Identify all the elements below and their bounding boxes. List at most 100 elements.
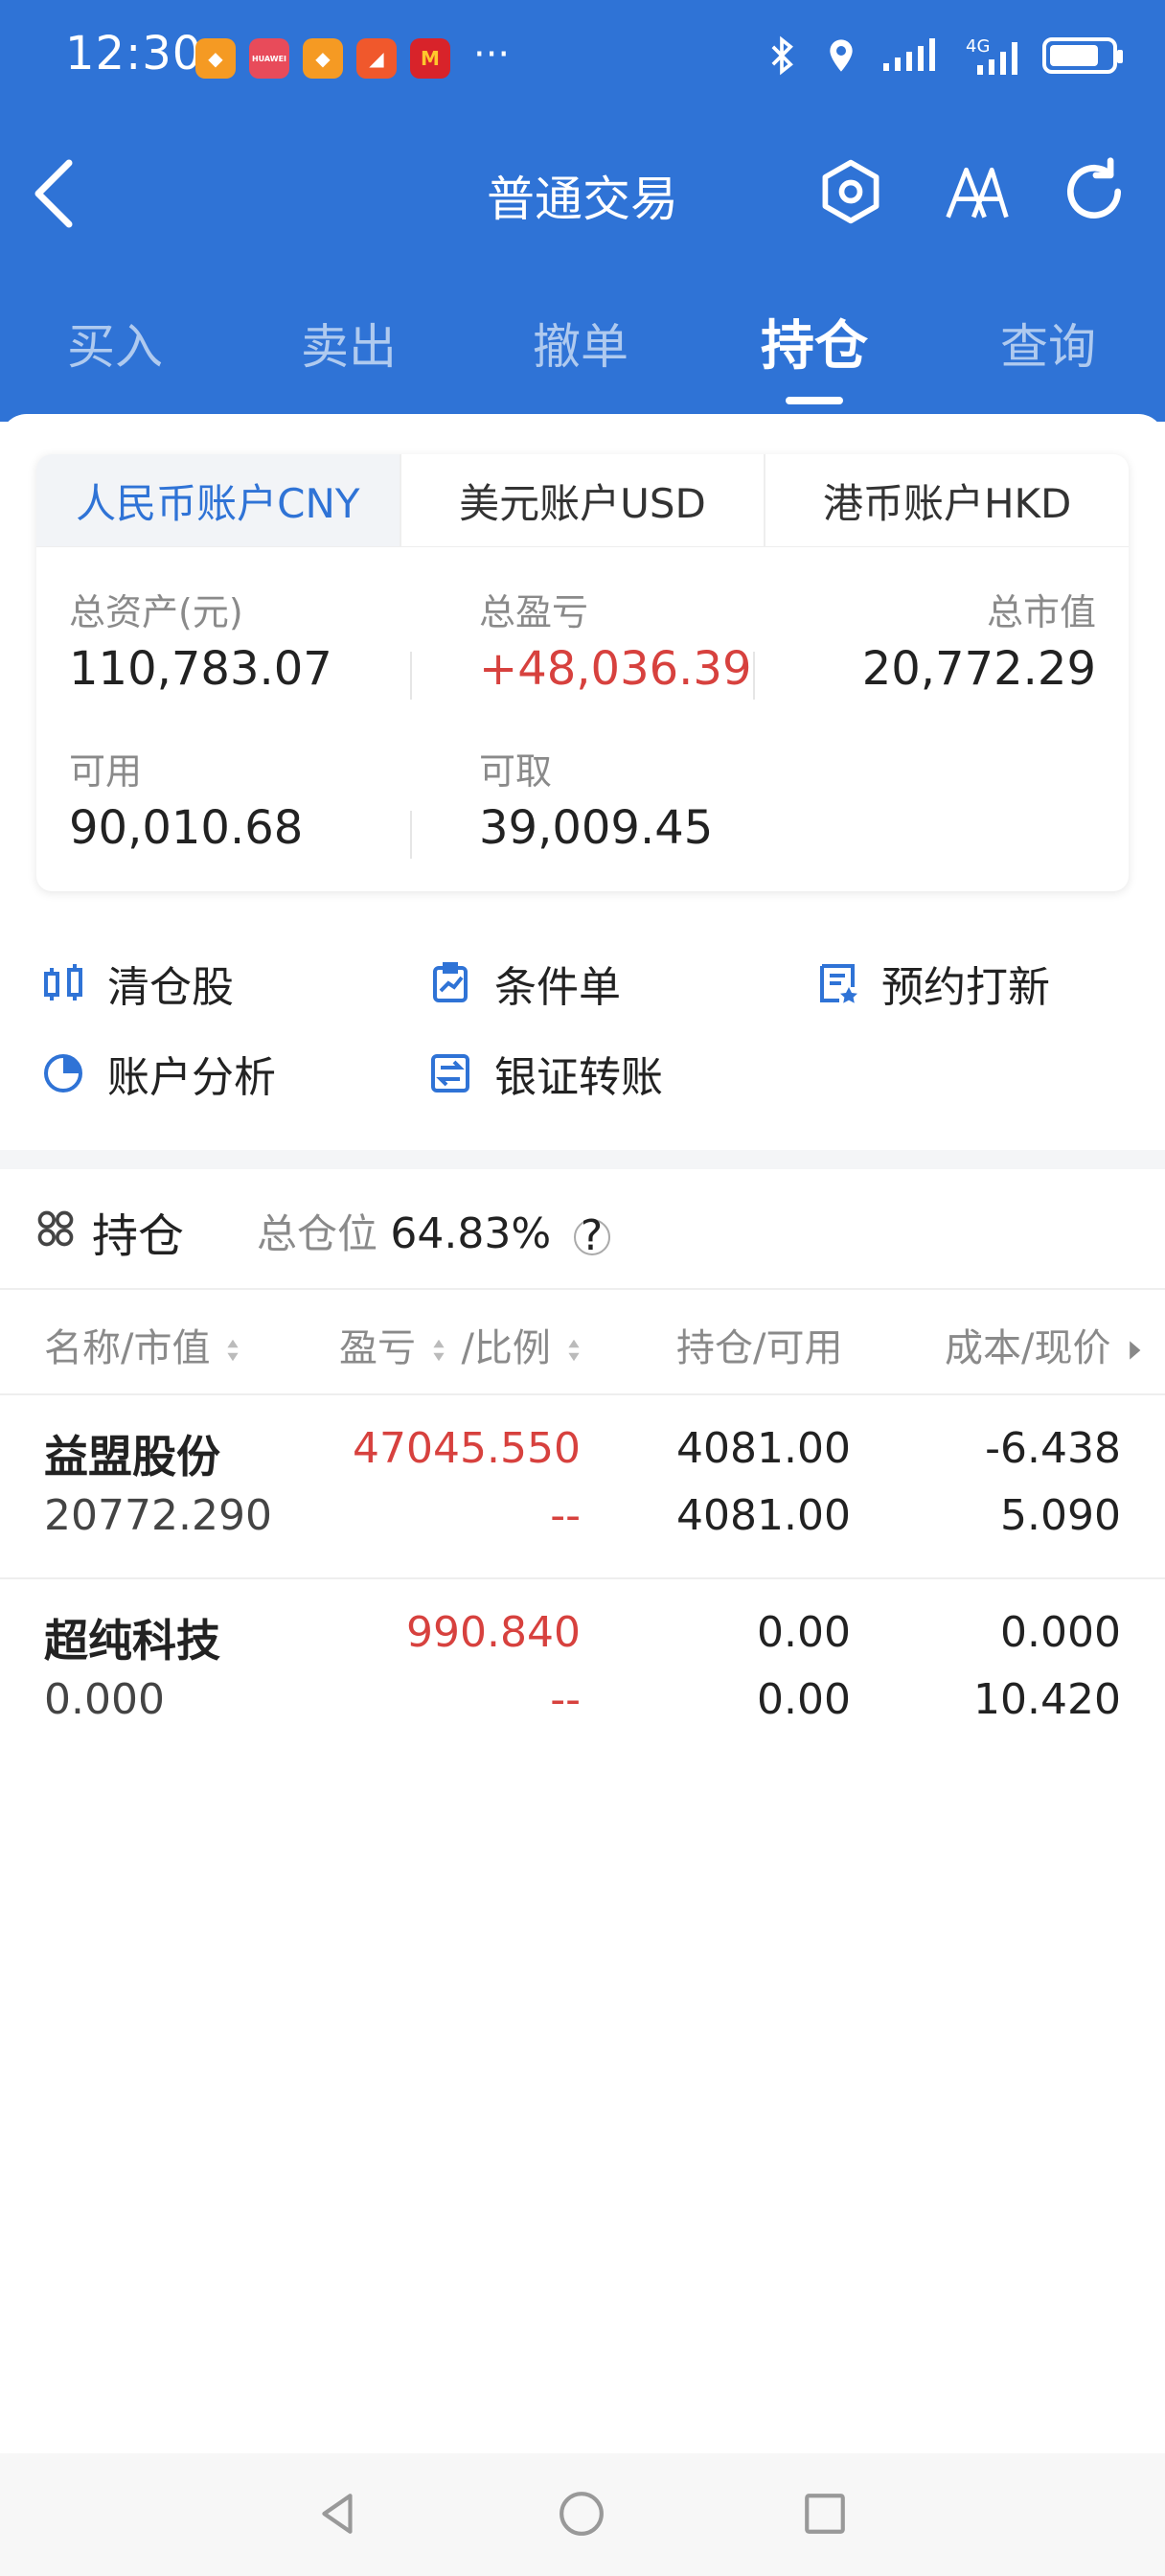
more-notifications: ···: [473, 33, 511, 77]
trade-tabs: 买入 卖出 撤单 持仓 查询: [0, 288, 1165, 393]
system-nav-bar: [0, 2453, 1165, 2576]
sort-icon: [227, 1339, 239, 1362]
mcdonalds-icon: M: [410, 38, 450, 79]
stock-name: 益盟股份: [44, 1431, 220, 1483]
market-value-value: 20,772.29: [861, 642, 1096, 696]
account-summary-card: 人民币账户CNY 美元账户USD 港币账户HKD 总资产(元) 110,783.…: [36, 454, 1129, 891]
transfer-icon: [431, 1054, 469, 1092]
position-ratio-label: 总仓位: [257, 1210, 378, 1257]
table-row[interactable]: 益盟股份 20772.290 47045.550 -- 4081.00 4081…: [0, 1395, 1165, 1579]
clear-position-label: 清仓股: [107, 963, 234, 1012]
tab-usd-account[interactable]: 美元账户USD: [399, 454, 765, 546]
current-price: 10.420: [973, 1675, 1121, 1724]
total-assets-label: 总资产(元): [69, 591, 243, 633]
clear-position-button[interactable]: 清仓股: [40, 953, 234, 1014]
app-notification-icon: ◆: [195, 38, 236, 79]
tab-query[interactable]: 查询: [1000, 309, 1096, 378]
total-pl-label: 总盈亏: [479, 591, 589, 633]
withdrawable-label: 可取: [479, 750, 553, 793]
system-status-icons: 4G: [761, 34, 1123, 77]
pie-chart-icon: [44, 1054, 82, 1092]
available-qty: 0.00: [757, 1675, 851, 1724]
total-pl-value: +48,036.39: [479, 642, 752, 696]
col-name-value-label: 名称/市值: [44, 1326, 211, 1370]
system-home-icon[interactable]: [558, 2490, 605, 2538]
market-value-label: 总市值: [986, 591, 1096, 633]
table-row[interactable]: 超纯科技 0.000 990.840 -- 0.00 0.00 0.000 10…: [0, 1579, 1165, 1761]
tab-cny-account[interactable]: 人民币账户CNY: [36, 454, 400, 546]
tab-buy[interactable]: 买入: [67, 309, 163, 378]
system-recents-icon[interactable]: [801, 2490, 849, 2538]
col-cost-price-label: 成本/现价: [945, 1326, 1111, 1370]
conditional-order-label: 条件单: [494, 963, 621, 1012]
notification-icons: ◆ HUAWEI ◆ ◢ M: [195, 38, 450, 79]
total-assets-value: 110,783.07: [69, 642, 332, 696]
sort-icon: [568, 1339, 580, 1362]
tab-sell[interactable]: 卖出: [301, 309, 397, 378]
4g-signal-icon: 4G: [966, 36, 1017, 75]
account-analysis-button[interactable]: 账户分析: [40, 1043, 276, 1104]
holdings-header: 持仓 总仓位 64.83% ?: [0, 1169, 1165, 1290]
col-pl-ratio[interactable]: 盈亏 /比例: [339, 1317, 584, 1372]
cost-price: -6.438: [985, 1424, 1121, 1473]
huawei-store-icon: HUAWEI: [249, 38, 289, 79]
ipo-reservation-label: 预约打新: [881, 963, 1050, 1012]
available-label: 可用: [69, 750, 143, 793]
position-qty: 0.00: [757, 1608, 851, 1657]
app-notification-icon: ◢: [356, 38, 397, 79]
available-value: 90,010.68: [69, 801, 304, 855]
bank-transfer-button[interactable]: 银证转账: [427, 1043, 663, 1104]
market-value: 0.000: [44, 1675, 165, 1724]
ipo-reservation-button[interactable]: 预约打新: [814, 953, 1050, 1014]
svg-text:4G: 4G: [966, 36, 990, 57]
status-time: 12:30: [65, 27, 203, 80]
col-pl-label: 盈亏: [339, 1326, 416, 1370]
holdings-title: 持仓: [92, 1209, 185, 1263]
refresh-icon[interactable]: [1058, 155, 1131, 228]
system-back-icon[interactable]: [314, 2490, 362, 2538]
location-icon: [830, 39, 853, 72]
bank-transfer-label: 银证转账: [494, 1053, 663, 1102]
pl-ratio: --: [550, 1675, 581, 1724]
holdings-grid-icon: [37, 1210, 74, 1247]
section-divider: [0, 1150, 1165, 1169]
nav-bar: 普通交易: [0, 134, 1165, 249]
account-analysis-label: 账户分析: [107, 1053, 276, 1102]
conditional-order-button[interactable]: 条件单: [427, 953, 621, 1014]
profit-loss: 47045.550: [353, 1424, 581, 1473]
holdings-table-header: 名称/市值 盈亏 /比例 持仓/可用 成本/现价: [0, 1290, 1165, 1395]
stock-name: 超纯科技: [44, 1615, 220, 1667]
profit-loss: 990.840: [406, 1608, 581, 1657]
position-ratio-value: 64.83%: [390, 1209, 552, 1258]
status-bar: 12:30 ◆ HUAWEI ◆ ◢ M ··· 4G: [0, 0, 1165, 119]
pl-ratio: --: [550, 1491, 581, 1540]
settings-hexagon-icon[interactable]: [814, 155, 887, 228]
cost-price: 0.000: [1000, 1608, 1121, 1657]
col-position-available[interactable]: 持仓/可用: [676, 1317, 842, 1372]
expand-right-icon: [1130, 1341, 1141, 1360]
col-name-value[interactable]: 名称/市值: [44, 1317, 243, 1372]
divider: [753, 652, 755, 700]
col-cost-price[interactable]: 成本/现价: [945, 1317, 1146, 1372]
active-tab-indicator: [786, 397, 843, 404]
tab-holdings[interactable]: 持仓: [761, 303, 868, 380]
ipo-reservation-icon: [820, 964, 857, 1003]
divider: [410, 652, 412, 700]
signal-icon: [883, 38, 935, 71]
bluetooth-icon: [771, 35, 793, 76]
divider: [410, 811, 412, 859]
help-icon[interactable]: ?: [573, 1214, 610, 1256]
app-notification-icon: ◆: [303, 38, 343, 79]
font-size-icon[interactable]: [941, 155, 1014, 228]
tab-hkd-account[interactable]: 港币账户HKD: [764, 454, 1129, 546]
currency-tabs: 人民币账户CNY 美元账户USD 港币账户HKD: [36, 454, 1129, 547]
col-ratio-label: /比例: [461, 1326, 551, 1370]
clear-position-icon: [44, 964, 82, 1000]
battery-icon: [1042, 37, 1123, 74]
position-qty: 4081.00: [676, 1424, 851, 1473]
current-price: 5.090: [1000, 1491, 1121, 1540]
sort-icon: [433, 1339, 445, 1362]
market-value: 20772.290: [44, 1491, 272, 1540]
tab-cancel[interactable]: 撤单: [533, 309, 628, 378]
conditional-order-icon: [433, 962, 468, 1002]
